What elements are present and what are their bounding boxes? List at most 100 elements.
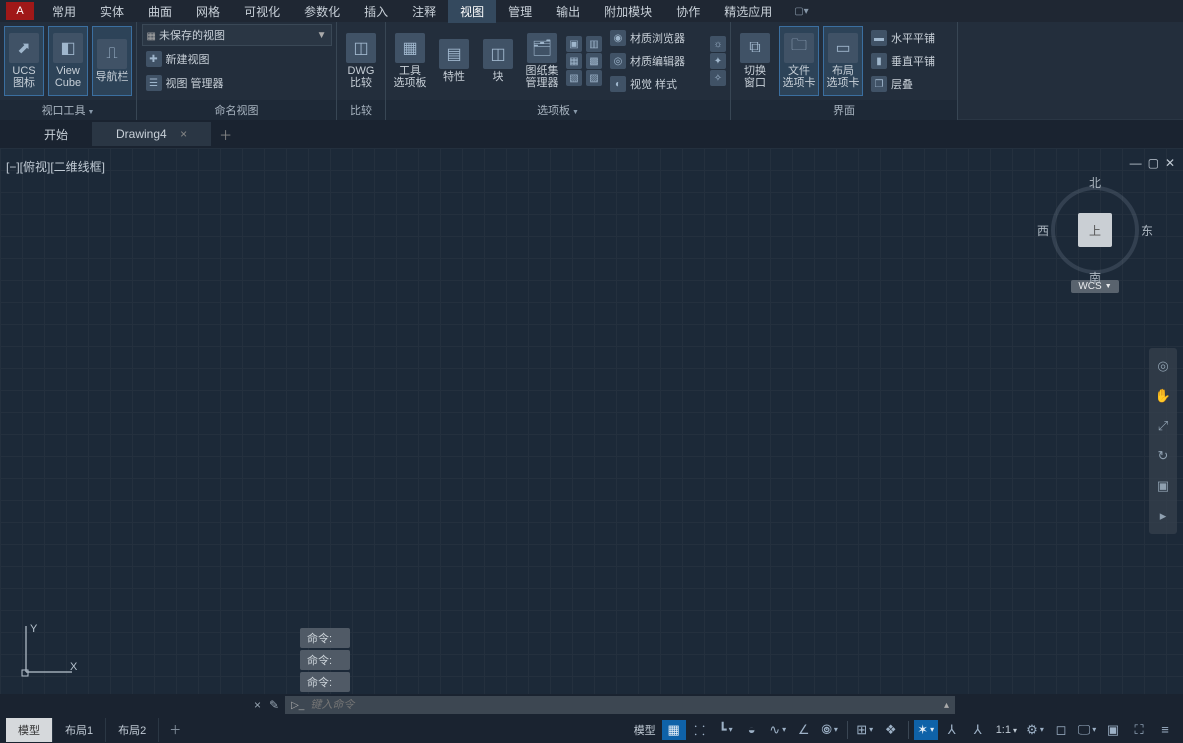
tile-v-button[interactable]: ▮垂直平铺 (867, 50, 953, 72)
panel-palettes: ▦ 工具 选项板 ▤ 特性 ◫ 块 🗂 图纸集 管理器 ▣ ▥ (386, 22, 731, 120)
cmd-history-line: 命令: (300, 672, 350, 692)
viewport-minimize-icon[interactable]: — (1130, 156, 1142, 170)
navigation-bar: ◎ ✋ ⤢ ↻ ▣ ▸ (1149, 348, 1177, 534)
viewcube[interactable]: 北 南 东 西 上 WCS (1049, 186, 1141, 296)
view-manager-icon: ☰ (146, 75, 162, 91)
material-browser-button[interactable]: ◉材质浏览器 (606, 27, 706, 49)
viewport-window-controls: — ▢ ✕ (1130, 156, 1175, 170)
viewcube-east[interactable]: 东 (1141, 222, 1153, 239)
new-view-button[interactable]: ✚ 新建视图 (142, 48, 214, 70)
ucs-icon-button[interactable]: ⬈ UCS 图标 (4, 26, 44, 96)
menu-insert[interactable]: 插入 (352, 0, 400, 23)
palette-extra-1[interactable]: ☼ (710, 36, 726, 52)
app-logo[interactable]: A (6, 2, 34, 20)
palette-extra-3[interactable]: ✧ (710, 70, 726, 86)
viewport-label[interactable]: [−][俯视][二维线框] (6, 158, 105, 175)
command-history: 命令: 命令: 命令: (300, 628, 350, 692)
sheetset-button[interactable]: 🗂 图纸集 管理器 (522, 26, 562, 96)
orbit-icon[interactable]: ↻ (1153, 446, 1173, 466)
document-tabs: 开始 Drawing4 × ＋ (0, 120, 1183, 148)
nav-more-icon[interactable]: ▸ (1153, 506, 1173, 526)
qat-dropdown[interactable]: ▢▾ (794, 6, 808, 17)
cmd-customize-icon[interactable]: ✎ (269, 698, 279, 712)
close-tab-icon[interactable]: × (180, 127, 187, 141)
tool-palette-button[interactable]: ▦ 工具 选项板 (390, 26, 430, 96)
menu-visualize[interactable]: 可视化 (232, 0, 292, 23)
tile-h-icon: ▬ (871, 30, 887, 46)
palette-icon-1[interactable]: ▣ (566, 36, 582, 52)
new-tab-button[interactable]: ＋ (219, 125, 232, 144)
material-editor-button[interactable]: ◎材质编辑器 (606, 50, 706, 72)
menu-addons[interactable]: 附加模块 (592, 0, 664, 23)
tab-model[interactable]: 模型 (6, 718, 53, 742)
view-combo-value: 未保存的视图 (159, 30, 225, 42)
tab-layout2[interactable]: 布局2 (106, 718, 159, 742)
palette-icon-4[interactable]: ▩ (586, 53, 602, 69)
view-manager-button[interactable]: ☰ 视图 管理器 (142, 72, 228, 94)
visual-style-button[interactable]: ◐视觉 样式 (606, 73, 706, 95)
viewcube-north[interactable]: 北 (1089, 174, 1101, 191)
file-tabs-icon: 🗀 (784, 33, 814, 63)
pan-icon[interactable]: ✋ (1153, 386, 1173, 406)
menu-featured[interactable]: 精选应用 (712, 0, 784, 23)
viewcube-top-face[interactable]: 上 (1078, 213, 1112, 247)
panel-palettes-title[interactable]: 选项板 (386, 100, 730, 120)
viewport-maximize-icon[interactable]: ▢ (1148, 156, 1159, 170)
palette-icon-2[interactable]: ▥ (586, 36, 602, 52)
sphere-edit-icon: ◎ (610, 53, 626, 69)
dwg-compare-button[interactable]: ◫ DWG 比较 (341, 26, 381, 96)
file-tabs-button[interactable]: 🗀 文件 选项卡 (779, 26, 819, 96)
command-input[interactable] (310, 699, 938, 711)
layout-tabs-button[interactable]: ▭ 布局 选项卡 (823, 26, 863, 96)
navbar-button[interactable]: ⎍ 导航栏 (92, 26, 132, 96)
cascade-button[interactable]: ❐层叠 (867, 73, 953, 95)
status-scale-dropdown[interactable]: 1:1 (992, 724, 1021, 736)
navbar-glyph-icon: ⎍ (97, 39, 127, 69)
palette-icon-5[interactable]: ▧ (566, 70, 582, 86)
tab-layout1[interactable]: 布局1 (53, 718, 106, 742)
drawing-canvas[interactable]: [−][俯视][二维线框] — ▢ ✕ 北 南 东 西 上 WCS ◎ ✋ ⤢ … (0, 148, 1183, 694)
layout-tabs-icon: ▭ (828, 33, 858, 63)
cmd-close-icon[interactable]: × (254, 698, 261, 712)
menu-view[interactable]: 视图 (448, 0, 496, 23)
properties-button[interactable]: ▤ 特性 (434, 26, 474, 96)
menu-output[interactable]: 输出 (544, 0, 592, 23)
tab-start[interactable]: 开始 (20, 121, 92, 148)
command-input-wrap[interactable]: ▷_ ▴ (285, 696, 955, 714)
fullnav-icon[interactable]: ◎ (1153, 356, 1173, 376)
panel-interface: ⧉ 切换 窗口 🗀 文件 选项卡 ▭ 布局 选项卡 ▬水平平铺 ▮垂直平铺 ❐层… (731, 22, 958, 120)
tile-h-button[interactable]: ▬水平平铺 (867, 27, 953, 49)
chevron-down-icon: ▼ (317, 30, 327, 41)
panel-compare: ◫ DWG 比较 比较 (337, 22, 386, 120)
showmotion-icon[interactable]: ▣ (1153, 476, 1173, 496)
view-combo[interactable]: ▦ 未保存的视图 ▼ (142, 24, 332, 46)
sphere-icon: ◉ (610, 30, 626, 46)
viewcube-south[interactable]: 南 (1089, 269, 1101, 286)
zoom-extents-icon[interactable]: ⤢ (1153, 416, 1173, 436)
properties-icon: ▤ (439, 39, 469, 69)
ucs-label: UCS 图标 (7, 65, 41, 89)
menu-solid[interactable]: 实体 (88, 0, 136, 23)
viewport-close-icon[interactable]: ✕ (1165, 156, 1175, 170)
plus-view-icon: ✚ (146, 51, 162, 67)
menu-surface[interactable]: 曲面 (136, 0, 184, 23)
switch-window-button[interactable]: ⧉ 切换 窗口 (735, 26, 775, 96)
palette-icon-3[interactable]: ▦ (566, 53, 582, 69)
menu-collab[interactable]: 协作 (664, 0, 712, 23)
status-model-label[interactable]: 模型 (630, 722, 660, 738)
panel-interface-title: 界面 (731, 100, 957, 120)
menu-annotate[interactable]: 注释 (400, 0, 448, 23)
menu-common[interactable]: 常用 (40, 0, 88, 23)
blocks-button[interactable]: ◫ 块 (478, 26, 518, 96)
viewcube-west[interactable]: 西 (1037, 222, 1049, 239)
menu-mesh[interactable]: 网格 (184, 0, 232, 23)
add-layout-button[interactable]: ＋ (159, 717, 191, 742)
viewcube-button[interactable]: ◧ View Cube (48, 26, 88, 96)
cmd-recent-icon[interactable]: ▴ (944, 700, 949, 711)
menu-manage[interactable]: 管理 (496, 0, 544, 23)
palette-extra-2[interactable]: ✦ (710, 53, 726, 69)
panel-viewport-title[interactable]: 视口工具 (0, 100, 136, 120)
palette-icon-6[interactable]: ▨ (586, 70, 602, 86)
menu-parametric[interactable]: 参数化 (292, 0, 352, 23)
tab-drawing4[interactable]: Drawing4 × (92, 122, 211, 146)
